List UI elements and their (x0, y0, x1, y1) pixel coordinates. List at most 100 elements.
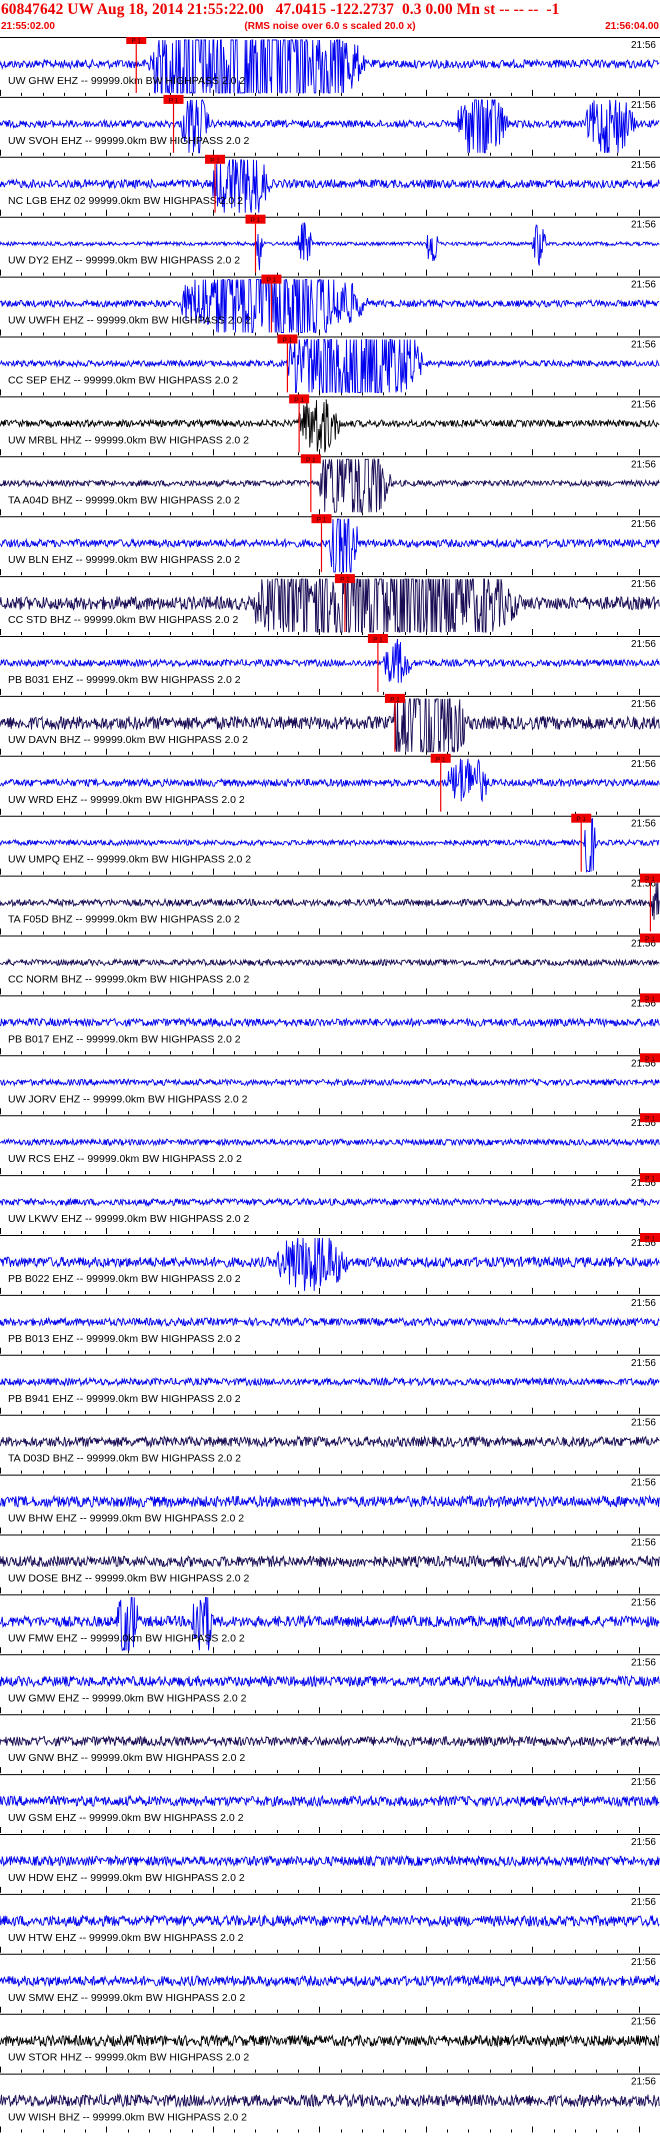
station-label: PB B031 EHZ -- 99999.0km BW HIGHPASS 2.0… (8, 674, 241, 686)
minute-label: 21:56 (631, 2017, 656, 2028)
waveform (0, 2033, 660, 2048)
minute-label: 21:56 (631, 699, 656, 710)
minute-label: 21:56 (631, 399, 656, 410)
station-label: TA A04D BHZ -- 99999.0km BW HIGHPASS 2.0… (8, 494, 240, 506)
pick-label: P 1 (210, 157, 220, 164)
waveform (0, 1854, 660, 1868)
trace-row: PB B031 EHZ -- 99999.0km BW HIGHPASS 2.0… (0, 634, 660, 695)
trace-row: UW SVOH EHZ -- 99999.0km BW HIGHPASS 2.0… (0, 94, 660, 156)
waveform (0, 1376, 660, 1388)
pick-label: P 1 (317, 517, 327, 524)
minute-label: 21:56 (631, 639, 656, 650)
minute-label: 21:56 (631, 280, 656, 291)
station-label: UW FMW EHZ -- 99999.0km BW HIGHPASS 2.0 … (8, 1632, 245, 1644)
station-label: UW DOSE BHZ -- 99999.0km BW HIGHPASS 2.0… (8, 1573, 250, 1585)
minute-label: 21:56 (631, 1298, 656, 1309)
pick-label: P 1 (645, 996, 655, 1003)
minute-label: 21:56 (631, 1777, 656, 1788)
station-label: CC STD BHZ -- 99999.0km BW HIGHPASS 2.0 … (8, 614, 238, 626)
trace-row: UW WISH BHZ -- 99999.0km BW HIGHPASS 2.0… (0, 2073, 660, 2133)
station-label: UW HDW EHZ -- 99999.0km BW HIGHPASS 2.0 … (8, 1872, 245, 1884)
station-label: UW GHW EHZ -- 99999.0km BW HIGHPASS 2.0 … (8, 75, 245, 87)
station-label: UW STOR HHZ -- 99999.0km BW HIGHPASS 2.0… (8, 2052, 249, 2064)
trace-row: CC NORM BHZ -- 99999.0km BW HIGHPASS 2.0… (0, 933, 660, 995)
trace-row: TA A04D BHZ -- 99999.0km BW HIGHPASS 2.0… (0, 454, 660, 516)
waveform (0, 1974, 660, 1988)
pick-label: P 1 (294, 397, 304, 404)
minute-label: 21:56 (631, 579, 656, 590)
trace-row: UW RCS EHZ -- 99999.0km BW HIGHPASS 2.0 … (0, 1113, 660, 1175)
station-label: UW HTW EHZ -- 99999.0km BW HIGHPASS 2.0 … (8, 1932, 244, 1944)
trace-row: UW DOSE BHZ -- 99999.0km BW HIGHPASS 2.0… (0, 1534, 660, 1594)
pick-label: P 1 (645, 1116, 655, 1123)
station-label: UW GNW BHZ -- 99999.0km BW HIGHPASS 2.0 … (8, 1752, 245, 1764)
waveform (0, 1435, 660, 1449)
minute-label: 21:56 (631, 1837, 656, 1848)
waveform (0, 1316, 660, 1328)
pick-label: P 1 (283, 337, 293, 344)
minute-label: 21:56 (631, 100, 656, 111)
pick-label: P 1 (645, 1176, 655, 1183)
trace-row: UW HDW EHZ -- 99999.0km BW HIGHPASS 2.0 … (0, 1834, 660, 1893)
trace-row: UW WRD EHZ -- 99999.0km BW HIGHPASS 2.0 … (0, 753, 660, 815)
minute-label: 21:56 (631, 40, 656, 51)
trace-row: UW SMW EHZ -- 99999.0km BW HIGHPASS 2.0 … (0, 1953, 660, 2013)
minute-label: 21:56 (631, 1657, 656, 1668)
station-label: UW SMW EHZ -- 99999.0km BW HIGHPASS 2.0 … (8, 1992, 245, 2004)
station-label: UW GMW EHZ -- 99999.0km BW HIGHPASS 2.0 … (8, 1692, 247, 1704)
end-time-label: 21:56:04.00 (605, 21, 659, 32)
trace-row: PB B013 EHZ -- 99999.0km BW HIGHPASS 2.0… (0, 1294, 660, 1354)
station-label: UW WISH BHZ -- 99999.0km BW HIGHPASS 2.0… (8, 2112, 247, 2124)
trace-row: PB B941 EHZ -- 99999.0km BW HIGHPASS 2.0… (0, 1354, 660, 1414)
station-label: UW BHW EHZ -- 99999.0km BW HIGHPASS 2.0 … (8, 1513, 244, 1525)
minute-label: 21:56 (631, 759, 656, 770)
minute-label: 21:56 (631, 819, 656, 830)
waveform (0, 1137, 660, 1147)
minute-label: 21:56 (631, 1597, 656, 1608)
pick-label: P 1 (576, 816, 586, 823)
trace-row: CC SEP EHZ -- 99999.0km BW HIGHPASS 2.0 … (0, 334, 660, 396)
station-label: UW WRD EHZ -- 99999.0km BW HIGHPASS 2.0 … (8, 794, 245, 806)
trace-row: UW DY2 EHZ -- 99999.0km BW HIGHPASS 2.0 … (0, 214, 660, 276)
waveform (0, 957, 660, 967)
minute-label: 21:56 (631, 1897, 656, 1908)
minute-label: 21:56 (631, 220, 656, 231)
station-label: PB B017 EHZ -- 99999.0km BW HIGHPASS 2.0… (8, 1033, 241, 1045)
station-label: PB B013 EHZ -- 99999.0km BW HIGHPASS 2.0… (8, 1333, 241, 1345)
station-label: UW RCS EHZ -- 99999.0km BW HIGHPASS 2.0 … (8, 1153, 242, 1165)
pick-label: P 1 (340, 577, 350, 584)
minute-label: 21:56 (631, 340, 656, 351)
pick-label: P 1 (373, 637, 383, 644)
station-label: PB B022 EHZ -- 99999.0km BW HIGHPASS 2.0… (8, 1273, 241, 1285)
pick-label: P 1 (645, 1056, 655, 1063)
plot-title: 60847642 UW Aug 18, 2014 21:55:22.00 47.… (1, 1, 560, 18)
station-label: UW GSM EHZ -- 99999.0km BW HIGHPASS 2.0 … (8, 1812, 244, 1824)
trace-row: UW MRBL HHZ -- 99999.0km BW HIGHPASS 2.0… (0, 394, 660, 456)
pick-label: P 1 (645, 876, 655, 883)
minute-label: 21:56 (631, 519, 656, 530)
trace-row: UW STOR HHZ -- 99999.0km BW HIGHPASS 2.0… (0, 2013, 660, 2073)
pick-label: P 1 (645, 1236, 655, 1243)
station-label: CC NORM BHZ -- 99999.0km BW HIGHPASS 2.0… (8, 974, 250, 986)
scale-note: (RMS noise over 6.0 s scaled 20.0 x) (244, 21, 416, 32)
minute-label: 21:56 (631, 1538, 656, 1549)
seismogram-plot: UW GHW EHZ -- 99999.0km BW HIGHPASS 2.0 … (0, 37, 660, 2133)
station-label: NC LGB EHZ 02 99999.0km BW HIGHPASS 2.0 … (8, 195, 243, 207)
waveform (0, 1197, 660, 1208)
trace-row: UW BHW EHZ -- 99999.0km BW HIGHPASS 2.0 … (0, 1474, 660, 1534)
trace-row: UW DAVN BHZ -- 99999.0km BW HIGHPASS 2.0… (0, 693, 660, 755)
pick-label: P 1 (436, 756, 446, 763)
pick-label: P 1 (169, 97, 179, 104)
waveform (0, 1914, 660, 1928)
waveform (0, 2093, 660, 2109)
minute-label: 21:56 (631, 160, 656, 171)
waveform (0, 1554, 660, 1569)
pick-label: P 1 (306, 457, 316, 464)
waveform (0, 1734, 660, 1748)
station-label: CC SEP EHZ -- 99999.0km BW HIGHPASS 2.0 … (8, 375, 238, 387)
station-label: UW MRBL HHZ -- 99999.0km BW HIGHPASS 2.0… (8, 434, 249, 446)
trace-row: UW HTW EHZ -- 99999.0km BW HIGHPASS 2.0 … (0, 1893, 660, 1953)
trace-row: UW FMW EHZ -- 99999.0km BW HIGHPASS 2.0 … (0, 1594, 660, 1654)
minute-label: 21:56 (631, 1478, 656, 1489)
minute-label: 21:56 (631, 2077, 656, 2088)
